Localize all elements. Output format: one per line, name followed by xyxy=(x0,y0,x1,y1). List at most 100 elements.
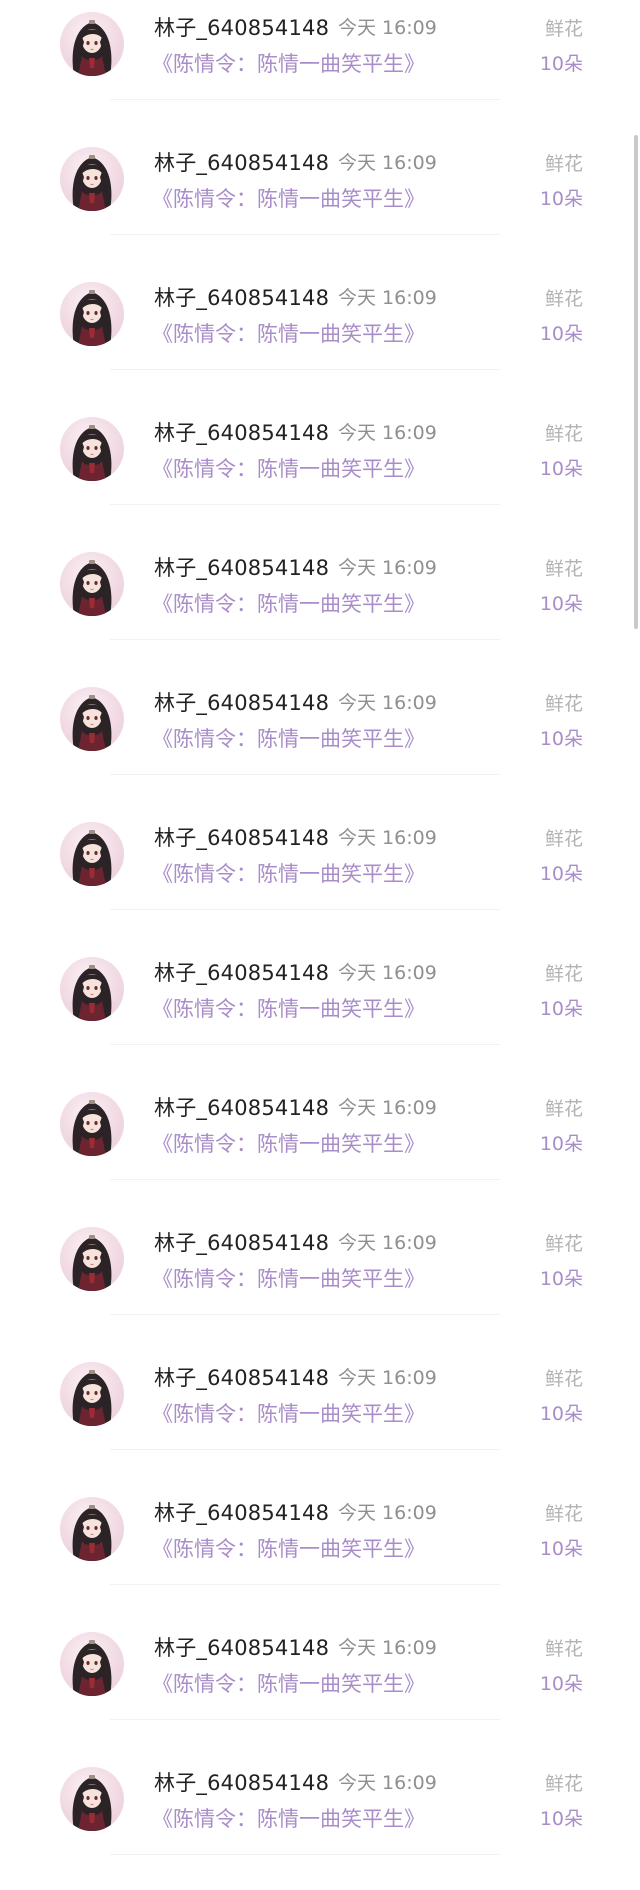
gift-count: 10朵 xyxy=(539,1538,583,1560)
username[interactable]: 林子_640854148 xyxy=(154,552,329,582)
book-title-link[interactable]: 《陈情令：陈情一曲笑平生》 xyxy=(152,183,425,213)
gift-count: 10朵 xyxy=(539,458,583,480)
username[interactable]: 林子_640854148 xyxy=(154,687,329,717)
book-title-link[interactable]: 《陈情令：陈情一曲笑平生》 xyxy=(152,1398,425,1428)
record-time: 今天 16:09 xyxy=(338,557,437,579)
username[interactable]: 林子_640854148 xyxy=(154,822,329,852)
gift-record-row[interactable]: 林子_640854148 今天 16:09 《陈情令：陈情一曲笑平生》 鲜花 10朵 xyxy=(0,135,640,270)
record-time: 今天 16:09 xyxy=(338,1502,437,1524)
record-time: 今天 16:09 xyxy=(338,1772,437,1794)
book-title-link[interactable]: 《陈情令：陈情一曲笑平生》 xyxy=(152,453,425,483)
avatar-icon[interactable] xyxy=(60,957,124,1021)
book-title-link[interactable]: 《陈情令：陈情一曲笑平生》 xyxy=(152,588,425,618)
gift-type-label: 鲜花 xyxy=(544,1773,583,1795)
book-title-link[interactable]: 《陈情令：陈情一曲笑平生》 xyxy=(152,723,425,753)
record-time: 今天 16:09 xyxy=(338,1097,437,1119)
gift-count: 10朵 xyxy=(539,593,583,615)
gift-record-row[interactable]: 林子_640854148 今天 16:09 《陈情令：陈情一曲笑平生》 鲜花 10朵 xyxy=(0,1215,640,1350)
avatar-icon[interactable] xyxy=(60,282,124,346)
row-divider xyxy=(110,504,500,505)
avatar-icon[interactable] xyxy=(60,1362,124,1426)
record-time: 今天 16:09 xyxy=(338,422,437,444)
username[interactable]: 林子_640854148 xyxy=(154,12,329,42)
username[interactable]: 林子_640854148 xyxy=(154,957,329,987)
avatar-icon[interactable] xyxy=(60,147,124,211)
record-time: 今天 16:09 xyxy=(338,692,437,714)
avatar-icon[interactable] xyxy=(60,1767,124,1831)
username[interactable]: 林子_640854148 xyxy=(154,1227,329,1257)
gift-record-row[interactable]: 林子_640854148 今天 16:09 《陈情令：陈情一曲笑平生》 鲜花 10朵 xyxy=(0,1080,640,1215)
row-divider xyxy=(110,369,500,370)
avatar-icon[interactable] xyxy=(60,552,124,616)
record-time: 今天 16:09 xyxy=(338,1367,437,1389)
avatar-icon[interactable] xyxy=(60,417,124,481)
row-divider xyxy=(110,1584,500,1585)
gift-type-label: 鲜花 xyxy=(544,1638,583,1660)
avatar-icon[interactable] xyxy=(60,1632,124,1696)
book-title-link[interactable]: 《陈情令：陈情一曲笑平生》 xyxy=(152,48,425,78)
avatar-icon[interactable] xyxy=(60,1227,124,1291)
gift-record-row[interactable]: 林子_640854148 今天 16:09 《陈情令：陈情一曲笑平生》 鲜花 10朵 xyxy=(0,945,640,1080)
username[interactable]: 林子_640854148 xyxy=(154,147,329,177)
username[interactable]: 林子_640854148 xyxy=(154,1767,329,1797)
gift-record-row[interactable]: 林子_640854148 今天 16:09 《陈情令：陈情一曲笑平生》 鲜花 10朵 xyxy=(0,675,640,810)
username[interactable]: 林子_640854148 xyxy=(154,1092,329,1122)
gift-type-label: 鲜花 xyxy=(544,153,583,175)
row-divider xyxy=(110,1719,500,1720)
gift-type-label: 鲜花 xyxy=(544,693,583,715)
avatar-icon[interactable] xyxy=(60,12,124,76)
book-title-link[interactable]: 《陈情令：陈情一曲笑平生》 xyxy=(152,1263,425,1293)
gift-count: 10朵 xyxy=(539,998,583,1020)
book-title-link[interactable]: 《陈情令：陈情一曲笑平生》 xyxy=(152,1668,425,1698)
row-divider xyxy=(110,1854,500,1855)
avatar-icon[interactable] xyxy=(60,687,124,751)
avatar-icon[interactable] xyxy=(60,822,124,886)
book-title-link[interactable]: 《陈情令：陈情一曲笑平生》 xyxy=(152,1128,425,1158)
gift-record-row[interactable]: 林子_640854148 今天 16:09 《陈情令：陈情一曲笑平生》 鲜花 10朵 xyxy=(0,1755,640,1890)
gift-count: 10朵 xyxy=(539,728,583,750)
gift-type-label: 鲜花 xyxy=(544,1098,583,1120)
username[interactable]: 林子_640854148 xyxy=(154,282,329,312)
gift-count: 10朵 xyxy=(539,53,583,75)
gift-record-row[interactable]: 林子_640854148 今天 16:09 《陈情令：陈情一曲笑平生》 鲜花 10朵 xyxy=(0,405,640,540)
book-title-link[interactable]: 《陈情令：陈情一曲笑平生》 xyxy=(152,993,425,1023)
gift-record-row[interactable]: 林子_640854148 今天 16:09 《陈情令：陈情一曲笑平生》 鲜花 10朵 xyxy=(0,1350,640,1485)
gift-record-row[interactable]: 林子_640854148 今天 16:09 《陈情令：陈情一曲笑平生》 鲜花 10朵 xyxy=(0,0,640,135)
book-title-link[interactable]: 《陈情令：陈情一曲笑平生》 xyxy=(152,1533,425,1563)
gift-record-row[interactable]: 林子_640854148 今天 16:09 《陈情令：陈情一曲笑平生》 鲜花 10朵 xyxy=(0,270,640,405)
record-time: 今天 16:09 xyxy=(338,962,437,984)
row-divider xyxy=(110,1179,500,1180)
username[interactable]: 林子_640854148 xyxy=(154,1362,329,1392)
record-time: 今天 16:09 xyxy=(338,152,437,174)
gift-record-row[interactable]: 林子_640854148 今天 16:09 《陈情令：陈情一曲笑平生》 鲜花 10朵 xyxy=(0,810,640,945)
gift-type-label: 鲜花 xyxy=(544,288,583,310)
gift-type-label: 鲜花 xyxy=(544,1503,583,1525)
gift-record-row[interactable]: 林子_640854148 今天 16:09 《陈情令：陈情一曲笑平生》 鲜花 10朵 xyxy=(0,1485,640,1620)
record-time: 今天 16:09 xyxy=(338,827,437,849)
username[interactable]: 林子_640854148 xyxy=(154,1632,329,1662)
avatar-icon[interactable] xyxy=(60,1092,124,1156)
gift-count: 10朵 xyxy=(539,1673,583,1695)
gift-count: 10朵 xyxy=(539,863,583,885)
gift-record-row[interactable]: 林子_640854148 今天 16:09 《陈情令：陈情一曲笑平生》 鲜花 10朵 xyxy=(0,1620,640,1755)
record-time: 今天 16:09 xyxy=(338,17,437,39)
row-divider xyxy=(110,1314,500,1315)
gift-count: 10朵 xyxy=(539,188,583,210)
row-divider xyxy=(110,774,500,775)
gift-type-label: 鲜花 xyxy=(544,423,583,445)
gift-type-label: 鲜花 xyxy=(544,828,583,850)
gift-count: 10朵 xyxy=(539,1133,583,1155)
gift-type-label: 鲜花 xyxy=(544,558,583,580)
book-title-link[interactable]: 《陈情令：陈情一曲笑平生》 xyxy=(152,858,425,888)
gift-record-row[interactable]: 林子_640854148 今天 16:09 《陈情令：陈情一曲笑平生》 鲜花 10朵 xyxy=(0,540,640,675)
avatar-icon[interactable] xyxy=(60,1497,124,1561)
username[interactable]: 林子_640854148 xyxy=(154,417,329,447)
username[interactable]: 林子_640854148 xyxy=(154,1497,329,1527)
book-title-link[interactable]: 《陈情令：陈情一曲笑平生》 xyxy=(152,1803,425,1833)
book-title-link[interactable]: 《陈情令：陈情一曲笑平生》 xyxy=(152,318,425,348)
record-time: 今天 16:09 xyxy=(338,1232,437,1254)
gift-count: 10朵 xyxy=(539,1808,583,1830)
scrollbar[interactable] xyxy=(634,135,638,629)
gift-count: 10朵 xyxy=(539,1268,583,1290)
gift-count: 10朵 xyxy=(539,1403,583,1425)
